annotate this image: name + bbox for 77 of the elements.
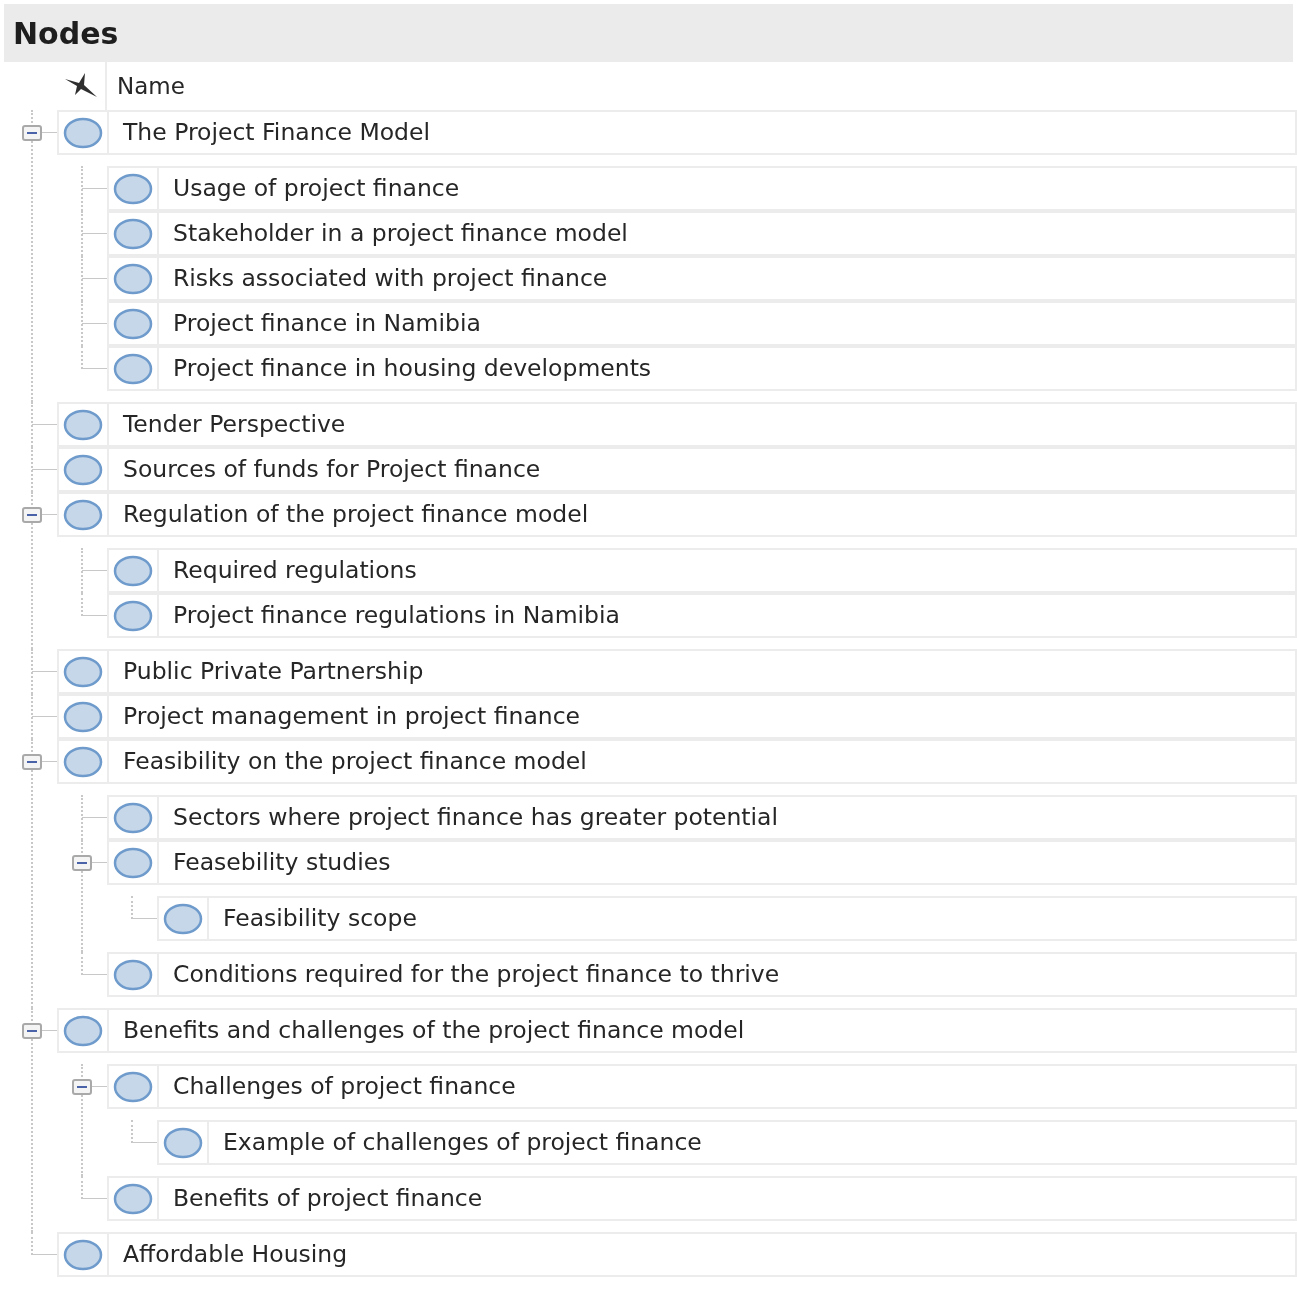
tree-row[interactable]: Public Private Partnership — [57, 649, 1297, 694]
node-icon — [113, 307, 153, 340]
tree-row[interactable]: Stakeholder in a project finance model — [107, 211, 1297, 256]
collapse-toggle[interactable] — [22, 753, 42, 770]
tree-row[interactable]: Benefits of project finance — [107, 1176, 1297, 1221]
tree-row[interactable]: Example of challenges of project finance — [157, 1120, 1297, 1165]
node-name: Sectors where project finance has greater potential — [172, 801, 779, 833]
collapse-toggle[interactable] — [72, 1078, 92, 1095]
node-icon — [113, 958, 153, 991]
node-name: Challenges of project finance — [172, 1070, 516, 1102]
tree-row[interactable]: Project management in project finance — [57, 694, 1297, 739]
collapse-toggle[interactable] — [22, 1022, 42, 1039]
tree-row[interactable]: The Project Finance Model — [57, 110, 1297, 155]
node-icon — [63, 408, 103, 441]
node-name: Project finance in Namibia — [172, 307, 481, 339]
tree-row[interactable]: Affordable Housing — [57, 1232, 1297, 1277]
node-icon — [113, 1182, 153, 1215]
node-icon — [63, 1014, 103, 1047]
tree-row[interactable]: Required regulations — [107, 548, 1297, 593]
node-name: Usage of project finance — [172, 172, 460, 204]
node-name: Example of challenges of project finance — [222, 1126, 702, 1158]
tree-row[interactable]: Benefits and challenges of the project finance model — [57, 1008, 1297, 1053]
node-icon — [113, 172, 153, 205]
node-icon — [113, 1070, 153, 1103]
tree-row[interactable]: Regulation of the project finance model — [57, 492, 1297, 537]
node-name: Feasibility on the project finance model — [122, 745, 587, 777]
tree-row[interactable]: Project finance regulations in Namibia — [107, 593, 1297, 638]
tree-row[interactable]: Sectors where project finance has greater potential — [107, 795, 1297, 840]
tree-row[interactable]: Feasibility on the project finance model — [57, 739, 1297, 784]
collapse-toggle[interactable] — [22, 506, 42, 523]
tree-row[interactable]: Sources of funds for Project finance — [57, 447, 1297, 492]
node-name: Benefits and challenges of the project finance model — [122, 1014, 745, 1046]
node-name: Regulation of the project finance model — [122, 498, 589, 530]
node-name: Benefits of project finance — [172, 1182, 483, 1214]
tree-row[interactable]: Project finance in Namibia — [107, 301, 1297, 346]
tree-row[interactable]: Feasebility studies — [107, 840, 1297, 885]
node-name: Public Private Partnership — [122, 655, 424, 687]
node-name: Risks associated with project finance — [172, 262, 608, 294]
node-icon — [63, 498, 103, 531]
node-icon — [63, 655, 103, 688]
node-name: Project management in project finance — [122, 700, 581, 732]
node-icon — [113, 599, 153, 632]
node-name: Project finance in housing developments — [172, 352, 652, 384]
node-name: Feasebility studies — [172, 846, 391, 878]
node-name: Conditions required for the project finance to thrive — [172, 958, 780, 990]
node-name: Tender Perspective — [122, 408, 346, 440]
node-name: Stakeholder in a project finance model — [172, 217, 628, 249]
tree-row[interactable]: Feasibility scope — [157, 896, 1297, 941]
node-icon — [63, 1238, 103, 1271]
node-icon — [113, 352, 153, 385]
node-icon — [113, 846, 153, 879]
collapse-toggle[interactable] — [72, 854, 92, 871]
node-name: Required regulations — [172, 554, 417, 586]
node-icon — [163, 1126, 203, 1159]
node-icon — [113, 262, 153, 295]
tree-row[interactable]: Tender Perspective — [57, 402, 1297, 447]
node-name: The Project Finance Model — [122, 116, 430, 148]
column-header[interactable]: Name — [107, 68, 185, 104]
node-icon — [63, 453, 103, 486]
node-icon — [113, 217, 153, 250]
node-icon — [63, 116, 103, 149]
node-icon — [113, 554, 153, 587]
node-icon — [63, 745, 103, 778]
node-name: Sources of funds for Project finance — [122, 453, 541, 485]
node-name: Affordable Housing — [122, 1238, 348, 1270]
node-name: Project finance regulations in Namibia — [172, 599, 620, 631]
tree-row[interactable]: Usage of project finance — [107, 166, 1297, 211]
panel-title: Nodes — [13, 14, 119, 53]
node-name: Feasibility scope — [222, 902, 417, 934]
collapse-toggle[interactable] — [22, 124, 42, 141]
tree-row[interactable]: Conditions required for the project finance to thrive — [107, 952, 1297, 997]
node-icon — [63, 700, 103, 733]
node-icon — [113, 801, 153, 834]
tree-row[interactable]: Project finance in housing developments — [107, 346, 1297, 391]
node-icon — [163, 902, 203, 935]
tree-row[interactable]: Challenges of project finance — [107, 1064, 1297, 1109]
tree-row[interactable]: Risks associated with project finance — [107, 256, 1297, 301]
